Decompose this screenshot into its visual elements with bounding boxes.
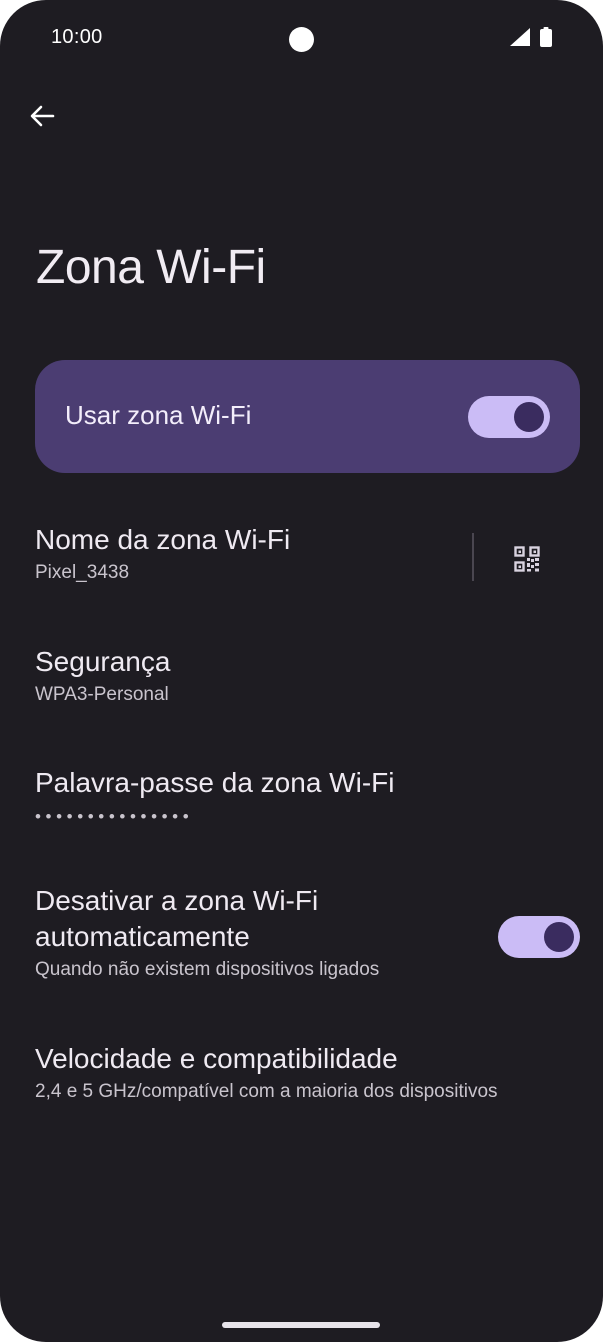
arrow-back-icon bbox=[30, 105, 55, 127]
status-bar: 10:00 bbox=[0, 0, 603, 76]
setting-password-title: Palavra-passe da zona Wi-Fi bbox=[35, 767, 395, 798]
setting-speed-value: 2,4 e 5 GHz/compatível com a maioria dos… bbox=[35, 1081, 498, 1102]
setting-password-value: ••••••••••••••• bbox=[35, 807, 194, 826]
qr-code-icon bbox=[514, 546, 540, 572]
switch-thumb bbox=[544, 922, 574, 952]
battery-icon bbox=[540, 27, 552, 47]
setting-auto-off-title-line1: Desativar a zona Wi-Fi bbox=[35, 885, 319, 916]
use-hotspot-switch[interactable] bbox=[468, 396, 550, 438]
camera-punch-hole bbox=[289, 27, 314, 52]
setting-hotspot-name-title: Nome da zona Wi-Fi bbox=[35, 524, 291, 555]
setting-password[interactable]: Palavra-passe da zona Wi-Fi ••••••••••••… bbox=[35, 765, 394, 827]
setting-auto-off-title-line2: automaticamente bbox=[35, 921, 250, 952]
status-time: 10:00 bbox=[51, 26, 103, 48]
main-toggle-card[interactable]: Usar zona Wi-Fi bbox=[35, 360, 580, 473]
setting-security-title: Segurança bbox=[35, 646, 171, 677]
home-indicator[interactable] bbox=[222, 1322, 380, 1328]
page-title: Zona Wi-Fi bbox=[36, 241, 266, 294]
auto-off-switch[interactable] bbox=[498, 916, 580, 958]
main-toggle-label: Usar zona Wi-Fi bbox=[65, 400, 252, 430]
setting-auto-off[interactable]: Desativar a zona Wi-Fi automaticamente Q… bbox=[35, 883, 379, 981]
back-button[interactable] bbox=[22, 96, 62, 136]
setting-security[interactable]: Segurança WPA3-Personal bbox=[35, 644, 170, 706]
setting-hotspot-name-value: Pixel_3438 bbox=[35, 562, 130, 583]
setting-security-value: WPA3-Personal bbox=[35, 684, 169, 705]
signal-icon bbox=[510, 28, 530, 46]
setting-speed[interactable]: Velocidade e compatibilidade 2,4 e 5 GHz… bbox=[35, 1041, 498, 1103]
setting-hotspot-name[interactable]: Nome da zona Wi-Fi Pixel_3438 bbox=[35, 522, 290, 584]
phone-screen: 10:00 Zona Wi-Fi Usar zona Wi-Fi Nome da… bbox=[0, 0, 603, 1342]
vertical-divider bbox=[472, 533, 474, 581]
setting-speed-title: Velocidade e compatibilidade bbox=[35, 1043, 398, 1074]
setting-auto-off-subtitle: Quando não existem dispositivos ligados bbox=[35, 959, 380, 980]
switch-thumb bbox=[514, 402, 544, 432]
qr-code-button[interactable] bbox=[505, 537, 549, 581]
